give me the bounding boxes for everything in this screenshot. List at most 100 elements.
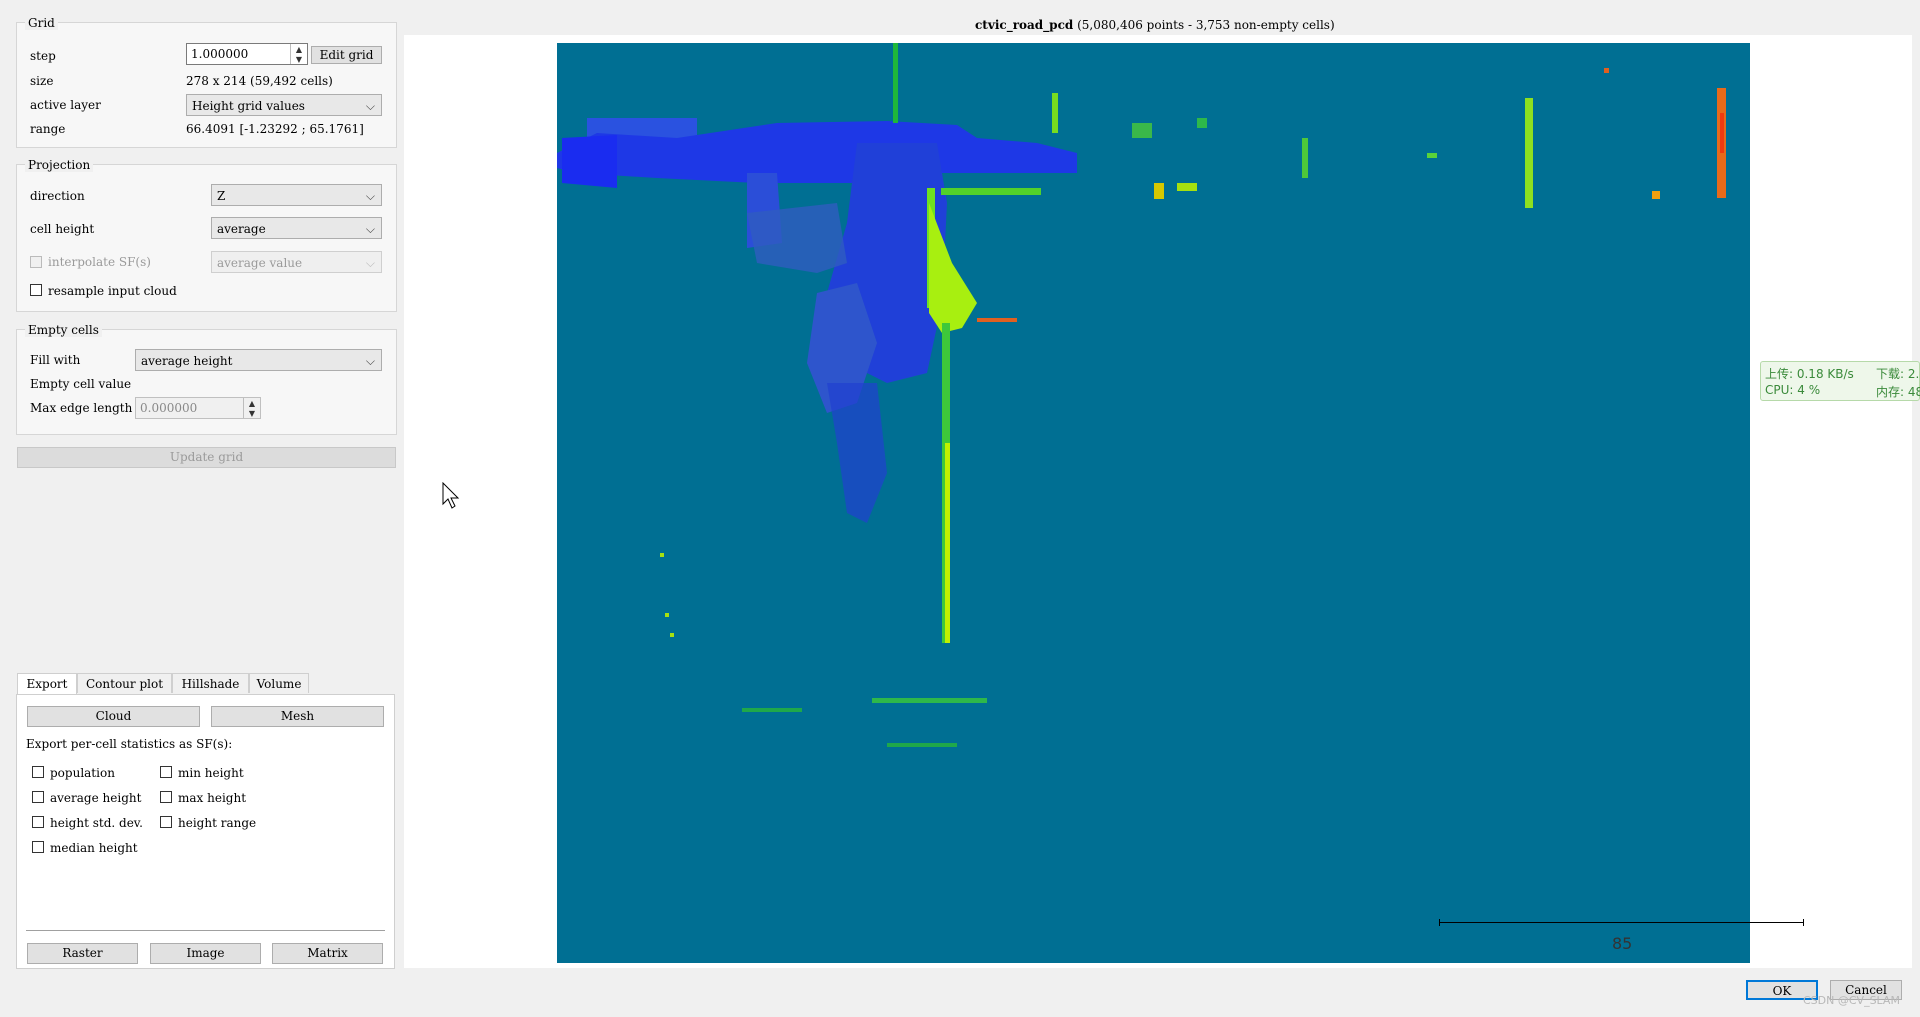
raster-region <box>1177 183 1197 191</box>
height-grid-raster <box>557 43 1726 747</box>
watermark: CSDN @CV_SLAM <box>1803 994 1900 1007</box>
active-layer-label: active layer <box>30 98 101 112</box>
raster-region <box>1427 153 1437 158</box>
cell-height-select[interactable]: average ⌵ <box>211 217 382 239</box>
median-height-label: median height <box>50 841 138 855</box>
raster-region <box>1652 191 1660 199</box>
raster-region <box>893 43 898 123</box>
scale-bar-value: 85 <box>1612 934 1633 953</box>
empty-cells-group-title: Empty cells <box>25 323 102 337</box>
raster-region <box>1720 113 1724 153</box>
update-grid-button[interactable]: Update grid <box>17 447 396 468</box>
height-std-dev-label: height std. dev. <box>50 816 143 830</box>
average-height-label: average height <box>50 791 142 805</box>
export-stats-label: Export per-cell statistics as SF(s): <box>26 737 233 751</box>
interpolate-checkbox[interactable] <box>30 256 42 268</box>
raster-region <box>929 203 977 333</box>
raster-region <box>1052 93 1058 133</box>
raster-region <box>827 383 887 523</box>
cloud-button[interactable]: Cloud <box>27 706 200 727</box>
scale-bar <box>1439 922 1804 923</box>
population-checkbox[interactable] <box>32 766 44 778</box>
max-height-checkbox[interactable] <box>160 791 172 803</box>
max-edge-input[interactable]: 0.000000 ▲ ▼ <box>135 397 261 419</box>
raster-region <box>977 318 1017 322</box>
scale-bar-left-tick <box>1439 919 1440 926</box>
tab-hillshade[interactable]: Hillshade <box>172 673 249 693</box>
tab-export[interactable]: Export <box>17 673 77 695</box>
upload-speed: 上传: 0.18 KB/s <box>1765 367 1854 381</box>
scale-bar-right-tick <box>1803 919 1804 926</box>
direction-select[interactable]: Z ⌵ <box>211 184 382 206</box>
network-monitor-widget: 上传: 0.18 KB/s 下载: 2. CPU: 4 % 内存: 48 <box>1760 361 1920 401</box>
step-input[interactable]: 1.000000 ▲ ▼ <box>186 43 308 65</box>
viewer-title: ctvic_road_pcd (5,080,406 points - 3,753… <box>975 18 1335 32</box>
interpolate-label: interpolate SF(s) <box>48 255 151 269</box>
active-layer-select[interactable]: Height grid values ⌵ <box>186 94 382 116</box>
edit-grid-button[interactable]: Edit grid <box>311 46 382 64</box>
tab-contour-plot[interactable]: Contour plot <box>77 673 172 693</box>
spin-up-icon[interactable]: ▲ <box>244 398 260 408</box>
grid-group-title: Grid <box>25 16 58 30</box>
memory-usage: 内存: 48 <box>1876 385 1920 399</box>
raster-region <box>941 188 1041 195</box>
max-edge-spinner[interactable]: ▲ ▼ <box>243 398 260 418</box>
step-value: 1.000000 <box>191 47 249 61</box>
raster-region <box>660 553 664 557</box>
mesh-button[interactable]: Mesh <box>211 706 384 727</box>
interpolate-value: average value <box>217 256 303 270</box>
height-std-dev-checkbox[interactable] <box>32 816 44 828</box>
viewer-title-name: ctvic_road_pcd <box>975 18 1074 32</box>
active-layer-value: Height grid values <box>192 99 305 113</box>
empty-cell-value-label: Empty cell value <box>30 377 132 391</box>
cpu-usage: CPU: 4 % <box>1765 383 1821 397</box>
resample-checkbox[interactable] <box>30 284 42 296</box>
step-spinner[interactable]: ▲ ▼ <box>290 44 307 64</box>
raster-region <box>872 698 987 703</box>
chevron-down-icon: ⌵ <box>365 189 375 203</box>
min-height-checkbox[interactable] <box>160 766 172 778</box>
max-edge-label: Max edge length <box>30 401 133 415</box>
interpolate-select[interactable]: average value ⌵ <box>211 251 382 273</box>
median-height-checkbox[interactable] <box>32 841 44 853</box>
average-height-checkbox[interactable] <box>32 791 44 803</box>
min-height-label: min height <box>178 766 244 780</box>
chevron-down-icon: ⌵ <box>365 256 375 270</box>
raster-region <box>1604 68 1609 73</box>
spin-down-icon[interactable]: ▼ <box>291 54 307 64</box>
step-label: step <box>30 49 56 63</box>
raster-region <box>1302 138 1308 178</box>
height-range-checkbox[interactable] <box>160 816 172 828</box>
spin-down-icon[interactable]: ▼ <box>244 408 260 418</box>
raster-region <box>562 135 617 188</box>
spin-up-icon[interactable]: ▲ <box>291 44 307 54</box>
tab-volume[interactable]: Volume <box>249 673 309 693</box>
download-speed: 下载: 2. <box>1876 367 1920 381</box>
cell-height-value: average <box>217 222 266 236</box>
range-label: range <box>30 122 66 136</box>
raster-region <box>887 743 957 747</box>
fill-with-label: Fill with <box>30 353 81 367</box>
mouse-cursor-icon <box>442 482 460 509</box>
max-edge-value: 0.000000 <box>140 401 198 415</box>
direction-label: direction <box>30 189 85 203</box>
fill-with-select[interactable]: average height ⌵ <box>135 349 382 371</box>
population-label: population <box>50 766 115 780</box>
raster-region <box>945 443 950 643</box>
raster-region <box>1154 183 1164 199</box>
image-button[interactable]: Image <box>150 943 261 964</box>
cell-height-label: cell height <box>30 222 95 236</box>
range-value: 66.4091 [-1.23292 ; 65.1761] <box>186 122 364 136</box>
height-grid-image[interactable] <box>557 43 1750 963</box>
chevron-down-icon: ⌵ <box>365 354 375 368</box>
size-label: size <box>30 74 54 88</box>
raster-region <box>742 708 802 712</box>
viewer-title-info: (5,080,406 points - 3,753 non-empty cell… <box>1077 18 1335 32</box>
fill-with-value: average height <box>141 354 233 368</box>
matrix-button[interactable]: Matrix <box>272 943 383 964</box>
max-height-label: max height <box>178 791 247 805</box>
raster-region <box>665 613 669 617</box>
raster-button[interactable]: Raster <box>27 943 138 964</box>
raster-region <box>747 203 847 273</box>
direction-value: Z <box>217 189 226 203</box>
